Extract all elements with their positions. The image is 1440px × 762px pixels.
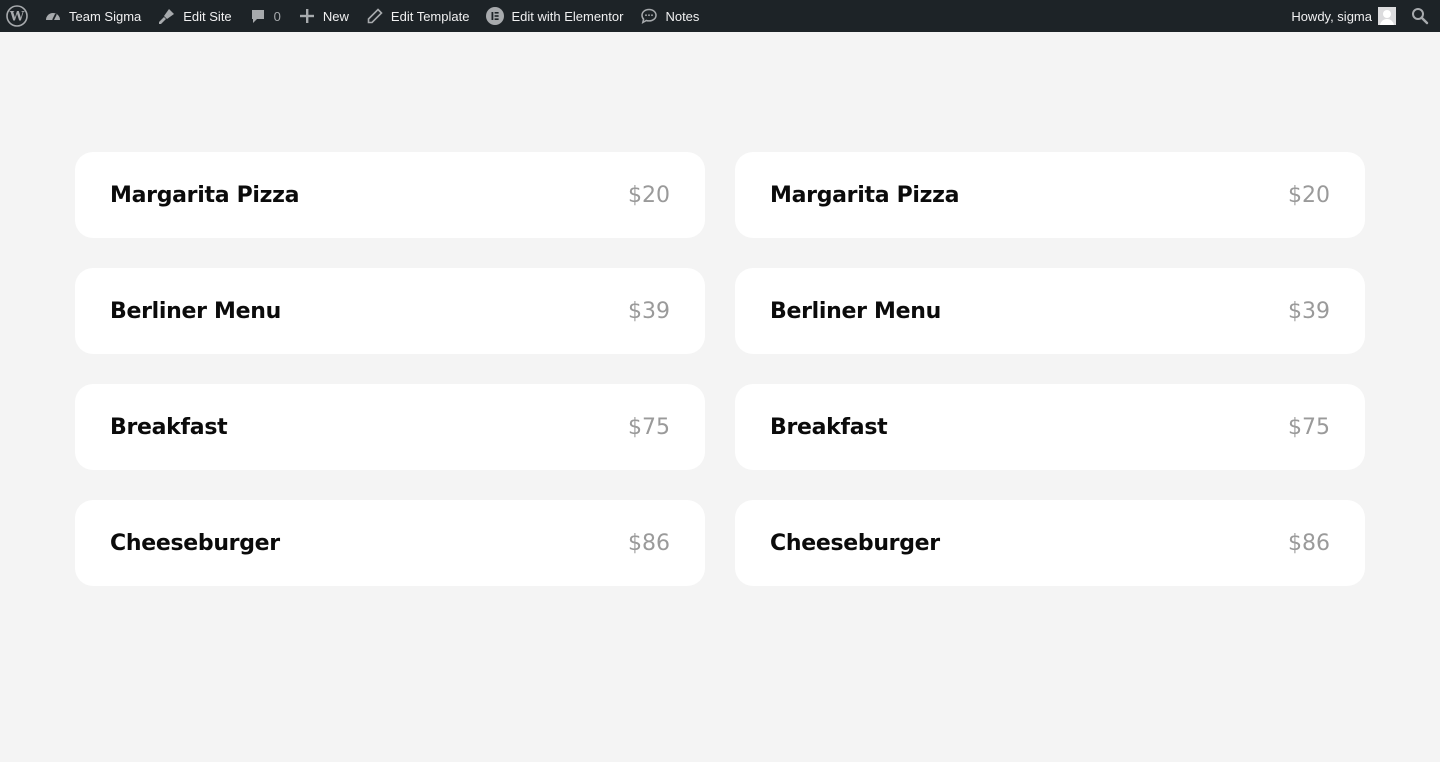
brush-icon: [157, 6, 177, 26]
menu-price-list: Margarita Pizza $20 Margarita Pizza $20 …: [75, 152, 1365, 586]
svg-text:W: W: [9, 10, 25, 25]
menu-item-price: $20: [628, 182, 670, 208]
menu-item-price: $86: [1288, 530, 1330, 556]
elementor-icon: [485, 6, 505, 26]
edit-template-link[interactable]: Edit Template: [357, 0, 478, 32]
comments-link[interactable]: 0: [240, 0, 289, 32]
wordpress-icon: W: [6, 5, 28, 27]
notes-label: Notes: [665, 8, 700, 24]
comments-count: 0: [273, 8, 281, 24]
site-name-label: Team Sigma: [69, 8, 142, 24]
menu-item-name: Margarita Pizza: [770, 182, 960, 208]
menu-item-price: $39: [628, 298, 670, 324]
menu-item-card: Breakfast $75: [735, 384, 1365, 470]
menu-item-card: Berliner Menu $39: [735, 268, 1365, 354]
chat-bubble-icon: [639, 6, 659, 26]
menu-item-card: Margarita Pizza $20: [735, 152, 1365, 238]
menu-item-name: Cheeseburger: [110, 530, 280, 556]
notes-link[interactable]: Notes: [631, 0, 707, 32]
menu-item-price: $39: [1288, 298, 1330, 324]
admin-bar-right: Howdy, sigma: [1283, 0, 1440, 32]
menu-item-name: Berliner Menu: [110, 298, 281, 324]
admin-bar-search[interactable]: [1402, 0, 1440, 32]
howdy-label: Howdy, sigma: [1291, 8, 1372, 24]
edit-with-elementor-label: Edit with Elementor: [511, 8, 624, 24]
menu-item-price: $75: [1288, 414, 1330, 440]
menu-item-card: Margarita Pizza $20: [75, 152, 705, 238]
plus-icon: [297, 6, 317, 26]
menu-item-price: $86: [628, 530, 670, 556]
menu-item-name: Berliner Menu: [770, 298, 941, 324]
menu-item-name: Margarita Pizza: [110, 182, 300, 208]
dashboard-gauge-icon: [43, 6, 63, 26]
menu-item-name: Breakfast: [770, 414, 888, 440]
wordpress-menu[interactable]: W: [0, 0, 35, 32]
menu-item-price: $75: [628, 414, 670, 440]
menu-item-name: Cheeseburger: [770, 530, 940, 556]
menu-item-price: $20: [1288, 182, 1330, 208]
search-icon: [1410, 6, 1430, 26]
admin-bar: W Team Sigma Edit Site 0 New Edit Templa…: [0, 0, 1440, 32]
account-menu[interactable]: Howdy, sigma: [1283, 0, 1402, 32]
menu-item-card: Cheeseburger $86: [75, 500, 705, 586]
new-content-menu[interactable]: New: [289, 0, 357, 32]
avatar: [1378, 7, 1396, 25]
menu-item-card: Cheeseburger $86: [735, 500, 1365, 586]
menu-item-card: Berliner Menu $39: [75, 268, 705, 354]
site-name-menu[interactable]: Team Sigma: [35, 0, 149, 32]
edit-site-label: Edit Site: [183, 8, 232, 24]
menu-item-card: Breakfast $75: [75, 384, 705, 470]
edit-site-link[interactable]: Edit Site: [149, 0, 239, 32]
new-label: New: [322, 8, 349, 24]
edit-with-elementor-link[interactable]: Edit with Elementor: [477, 0, 631, 32]
comment-bubble-icon: [248, 6, 268, 26]
edit-template-label: Edit Template: [390, 8, 470, 24]
admin-bar-left: W Team Sigma Edit Site 0 New Edit Templa…: [0, 0, 707, 32]
pencil-icon: [365, 6, 385, 26]
menu-item-name: Breakfast: [110, 414, 228, 440]
